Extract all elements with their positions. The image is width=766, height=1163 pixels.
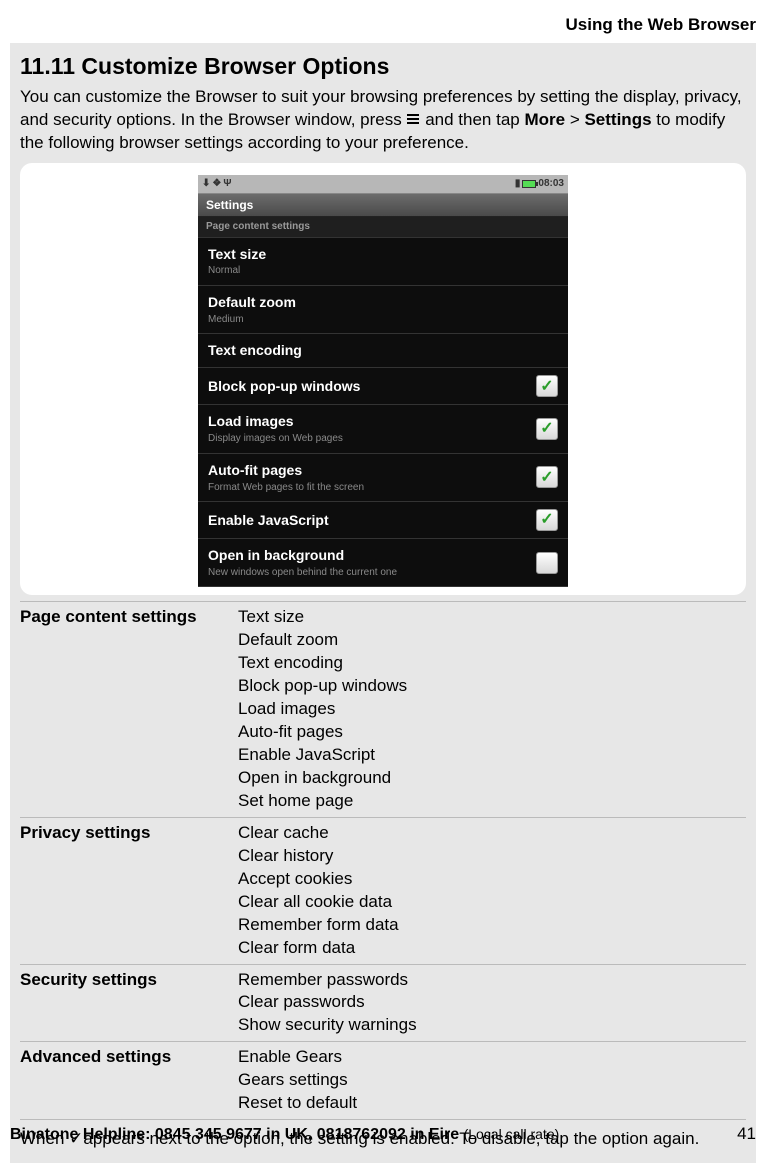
row-title: Auto-fit pages — [208, 461, 536, 480]
settings-table: Page content settingsText sizeDefault zo… — [20, 601, 746, 1119]
row-subtitle: Normal — [208, 264, 558, 278]
checkbox-icon: ✓ — [536, 509, 558, 531]
settings-row: Open in backgroundNew windows open behin… — [198, 539, 568, 587]
intro-more: More — [524, 110, 565, 129]
table-row: Page content settingsText sizeDefault zo… — [20, 601, 746, 816]
settings-row: Block pop-up windows✓ — [198, 368, 568, 405]
table-item: Block pop-up windows — [238, 675, 746, 698]
status-bar: ⬇ ❖ Ψ ▮ 08:03 — [198, 175, 568, 193]
table-item: Set home page — [238, 790, 746, 813]
checkbox-icon: ✓ — [536, 552, 558, 574]
checkbox-icon: ✓ — [536, 466, 558, 488]
menu-icon — [406, 109, 420, 132]
intro-gt: > — [565, 110, 584, 129]
table-item: Remember passwords — [238, 969, 746, 992]
footer-helpline-bold: Binatone Helpline: 0845 345 9677 in UK, … — [10, 1126, 464, 1143]
table-category: Advanced settings — [20, 1046, 238, 1115]
status-download-icon: ⬇ — [202, 177, 210, 191]
footer-helpline-light: (Local call rate) — [464, 1126, 560, 1142]
table-item: Default zoom — [238, 629, 746, 652]
settings-row: Auto-fit pagesFormat Web pages to fit th… — [198, 454, 568, 502]
table-item: Gears settings — [238, 1069, 746, 1092]
page-number: 41 — [737, 1123, 756, 1146]
settings-row: Enable JavaScript✓ — [198, 502, 568, 539]
table-item: Load images — [238, 698, 746, 721]
table-item: Open in background — [238, 767, 746, 790]
section-title: 11.11 Customize Browser Options — [20, 51, 746, 82]
row-subtitle: New windows open behind the current one — [208, 566, 536, 580]
table-category: Privacy settings — [20, 822, 238, 960]
checkbox-icon: ✓ — [536, 375, 558, 397]
table-values: Text sizeDefault zoomText encodingBlock … — [238, 606, 746, 812]
intro-text-2: and then tap — [425, 110, 524, 129]
table-values: Remember passwordsClear passwordsShow se… — [238, 969, 746, 1038]
table-category: Security settings — [20, 969, 238, 1038]
main-content: 11.11 Customize Browser Options You can … — [10, 43, 756, 1163]
status-time: 08:03 — [538, 177, 564, 191]
row-title: Default zoom — [208, 293, 558, 312]
table-item: Remember form data — [238, 914, 746, 937]
status-signal-icon: ▮ — [515, 177, 521, 191]
table-item: Clear cache — [238, 822, 746, 845]
table-item: Text size — [238, 606, 746, 629]
table-category: Page content settings — [20, 606, 238, 812]
page-footer: Binatone Helpline: 0845 345 9677 in UK, … — [10, 1123, 756, 1146]
settings-row: Load imagesDisplay images on Web pages✓ — [198, 405, 568, 453]
table-item: Text encoding — [238, 652, 746, 675]
settings-row: Default zoomMedium — [198, 286, 568, 334]
row-title: Block pop-up windows — [208, 377, 536, 396]
table-item: Clear all cookie data — [238, 891, 746, 914]
intro-settings: Settings — [584, 110, 651, 129]
status-notification-icon: ❖ — [212, 177, 221, 191]
row-title: Text size — [208, 245, 558, 264]
table-row: Advanced settingsEnable GearsGears setti… — [20, 1041, 746, 1119]
table-item: Reset to default — [238, 1092, 746, 1115]
settings-row: Text sizeNormal — [198, 238, 568, 286]
table-item: Enable JavaScript — [238, 744, 746, 767]
battery-icon — [522, 180, 536, 188]
checkbox-icon: ✓ — [536, 418, 558, 440]
table-values: Clear cacheClear historyAccept cookiesCl… — [238, 822, 746, 960]
row-subtitle: Medium — [208, 313, 558, 327]
table-item: Accept cookies — [238, 868, 746, 891]
table-item: Enable Gears — [238, 1046, 746, 1069]
table-row: Privacy settingsClear cacheClear history… — [20, 817, 746, 964]
table-item: Auto-fit pages — [238, 721, 746, 744]
intro-paragraph: You can customize the Browser to suit yo… — [20, 86, 746, 155]
table-item: Clear passwords — [238, 991, 746, 1014]
table-item: Show security warnings — [238, 1014, 746, 1037]
table-item: Clear form data — [238, 937, 746, 960]
row-subtitle: Format Web pages to fit the screen — [208, 481, 536, 495]
page-header: Using the Web Browser — [10, 0, 756, 43]
status-usb-icon: Ψ — [223, 177, 231, 191]
screen-title: Settings — [198, 193, 568, 217]
screenshot-container: ⬇ ❖ Ψ ▮ 08:03 Settings Page content sett… — [20, 163, 746, 596]
footer-helpline: Binatone Helpline: 0845 345 9677 in UK, … — [10, 1124, 559, 1146]
row-title: Enable JavaScript — [208, 511, 536, 530]
row-title: Open in background — [208, 546, 536, 565]
settings-row: Text encoding — [198, 334, 568, 368]
phone-screenshot: ⬇ ❖ Ψ ▮ 08:03 Settings Page content sett… — [198, 175, 568, 588]
table-item: Clear history — [238, 845, 746, 868]
table-values: Enable GearsGears settingsReset to defau… — [238, 1046, 746, 1115]
row-subtitle: Display images on Web pages — [208, 432, 536, 446]
table-row: Security settingsRemember passwordsClear… — [20, 964, 746, 1042]
row-title: Text encoding — [208, 341, 558, 360]
row-title: Load images — [208, 412, 536, 431]
section-subheader: Page content settings — [198, 217, 568, 238]
